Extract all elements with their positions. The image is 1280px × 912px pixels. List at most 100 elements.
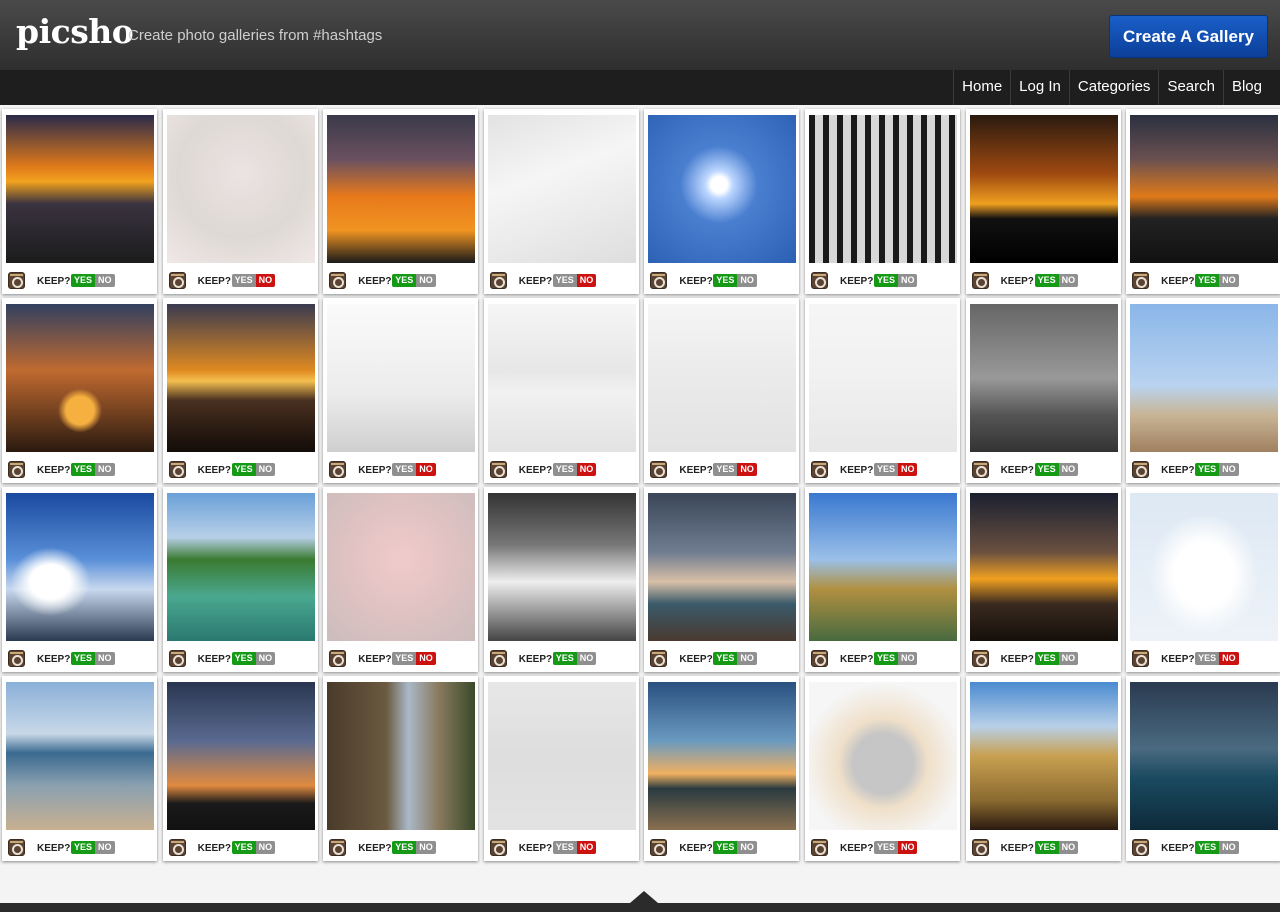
photo-thumbnail[interactable] (648, 682, 797, 830)
instagram-icon[interactable] (650, 461, 668, 478)
keep-yes-button[interactable]: YES (873, 652, 898, 665)
keep-no-button[interactable]: NO (416, 463, 436, 476)
keep-yes-button[interactable]: YES (1034, 652, 1059, 665)
scroll-up-arrow-icon[interactable] (630, 891, 658, 903)
instagram-icon[interactable] (810, 272, 828, 289)
instagram-icon[interactable] (489, 272, 507, 289)
instagram-icon[interactable] (168, 650, 186, 667)
photo-thumbnail[interactable] (1130, 493, 1279, 641)
keep-no-button[interactable]: NO (897, 274, 918, 287)
photo-thumbnail[interactable] (487, 304, 636, 452)
keep-yes-button[interactable]: YES (1034, 841, 1059, 854)
keep-yes-button[interactable]: YES (713, 652, 738, 665)
keep-no-button[interactable]: NO (897, 841, 918, 854)
keep-yes-button[interactable]: YES (71, 274, 96, 287)
instagram-icon[interactable] (329, 272, 347, 289)
keep-yes-button[interactable]: YES (873, 274, 898, 287)
keep-no-button[interactable]: NO (1058, 463, 1079, 476)
keep-yes-button[interactable]: YES (1034, 463, 1059, 476)
photo-thumbnail[interactable] (808, 493, 957, 641)
photo-thumbnail[interactable] (6, 115, 154, 263)
photo-thumbnail[interactable] (808, 304, 957, 452)
keep-yes-button[interactable]: YES (231, 841, 256, 854)
keep-yes-button[interactable]: YES (1195, 652, 1220, 665)
photo-thumbnail[interactable] (166, 682, 315, 830)
keep-no-button[interactable]: NO (576, 274, 597, 287)
keep-yes-button[interactable]: YES (71, 841, 96, 854)
photo-thumbnail[interactable] (969, 304, 1118, 452)
create-gallery-button[interactable]: Create A Gallery (1109, 15, 1268, 58)
photo-thumbnail[interactable] (487, 115, 636, 263)
instagram-icon[interactable] (329, 839, 347, 856)
keep-no-button[interactable]: NO (737, 652, 757, 665)
photo-thumbnail[interactable] (327, 304, 476, 452)
keep-yes-button[interactable]: YES (873, 841, 898, 854)
keep-yes-button[interactable]: YES (231, 463, 256, 476)
photo-thumbnail[interactable] (166, 493, 315, 641)
keep-yes-button[interactable]: YES (231, 274, 256, 287)
photo-thumbnail[interactable] (327, 493, 476, 641)
keep-yes-button[interactable]: YES (1034, 274, 1059, 287)
instagram-icon[interactable] (650, 272, 668, 289)
nav-home[interactable]: Home (953, 70, 1010, 105)
keep-yes-button[interactable]: YES (231, 652, 256, 665)
photo-thumbnail[interactable] (6, 304, 154, 452)
instagram-icon[interactable] (1132, 839, 1150, 856)
keep-no-button[interactable]: NO (255, 274, 276, 287)
instagram-icon[interactable] (329, 461, 347, 478)
keep-yes-button[interactable]: YES (392, 841, 417, 854)
keep-no-button[interactable]: NO (95, 652, 115, 665)
instagram-icon[interactable] (971, 650, 989, 667)
keep-yes-button[interactable]: YES (1195, 841, 1220, 854)
nav-categories[interactable]: Categories (1068, 70, 1159, 105)
instagram-icon[interactable] (971, 839, 989, 856)
keep-no-button[interactable]: NO (416, 274, 436, 287)
instagram-icon[interactable] (650, 650, 668, 667)
instagram-icon[interactable] (8, 461, 25, 478)
instagram-icon[interactable] (168, 272, 186, 289)
instagram-icon[interactable] (8, 650, 25, 667)
photo-thumbnail[interactable] (6, 682, 154, 830)
photo-thumbnail[interactable] (166, 304, 315, 452)
keep-yes-button[interactable]: YES (71, 463, 96, 476)
keep-yes-button[interactable]: YES (713, 463, 738, 476)
keep-no-button[interactable]: NO (737, 841, 757, 854)
nav-blog[interactable]: Blog (1222, 70, 1270, 105)
photo-thumbnail[interactable] (648, 304, 797, 452)
keep-yes-button[interactable]: YES (713, 841, 738, 854)
nav-log-in[interactable]: Log In (1010, 70, 1069, 105)
instagram-icon[interactable] (329, 650, 347, 667)
instagram-icon[interactable] (8, 272, 25, 289)
keep-no-button[interactable]: NO (1219, 652, 1239, 665)
keep-no-button[interactable]: NO (95, 463, 115, 476)
keep-yes-button[interactable]: YES (552, 652, 577, 665)
keep-no-button[interactable]: NO (1219, 841, 1239, 854)
keep-yes-button[interactable]: YES (392, 652, 417, 665)
photo-thumbnail[interactable] (648, 115, 797, 263)
keep-no-button[interactable]: NO (416, 841, 436, 854)
photo-thumbnail[interactable] (969, 682, 1118, 830)
keep-no-button[interactable]: NO (95, 274, 115, 287)
keep-yes-button[interactable]: YES (552, 841, 577, 854)
instagram-icon[interactable] (489, 461, 507, 478)
keep-yes-button[interactable]: YES (392, 274, 417, 287)
keep-no-button[interactable]: NO (897, 463, 918, 476)
photo-thumbnail[interactable] (487, 493, 636, 641)
keep-no-button[interactable]: NO (576, 463, 597, 476)
instagram-icon[interactable] (168, 461, 186, 478)
photo-thumbnail[interactable] (487, 682, 636, 830)
keep-yes-button[interactable]: YES (873, 463, 898, 476)
keep-no-button[interactable]: NO (255, 841, 276, 854)
keep-yes-button[interactable]: YES (552, 463, 577, 476)
instagram-icon[interactable] (971, 461, 989, 478)
instagram-icon[interactable] (810, 839, 828, 856)
instagram-icon[interactable] (1132, 650, 1150, 667)
keep-no-button[interactable]: NO (255, 463, 276, 476)
photo-thumbnail[interactable] (808, 115, 957, 263)
keep-no-button[interactable]: NO (1219, 463, 1239, 476)
keep-no-button[interactable]: NO (897, 652, 918, 665)
photo-thumbnail[interactable] (808, 682, 957, 830)
instagram-icon[interactable] (1132, 461, 1150, 478)
photo-thumbnail[interactable] (969, 115, 1118, 263)
keep-no-button[interactable]: NO (95, 841, 115, 854)
